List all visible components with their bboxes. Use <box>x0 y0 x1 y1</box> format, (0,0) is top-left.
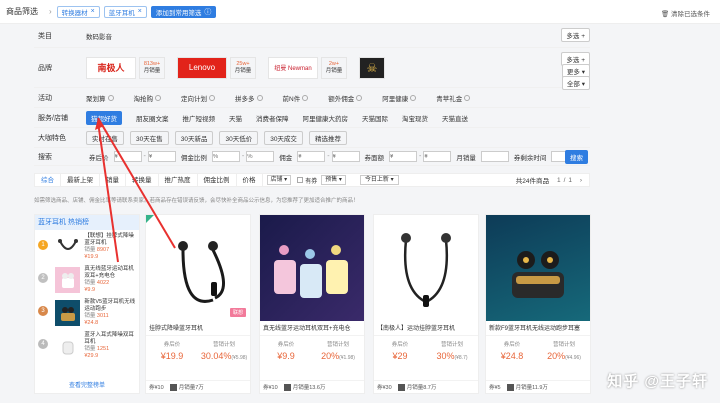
red-arrow <box>97 121 119 263</box>
annotation-arrows <box>95 117 176 263</box>
page: 商品筛选 › 转换器材 × 蓝牙耳机 × 添加到常用筛选 ⓘ 🗑 清除已选条件 类目 … <box>0 0 720 403</box>
red-arrow <box>97 117 176 249</box>
watermark: 知乎 @王子轩 <box>607 373 708 390</box>
